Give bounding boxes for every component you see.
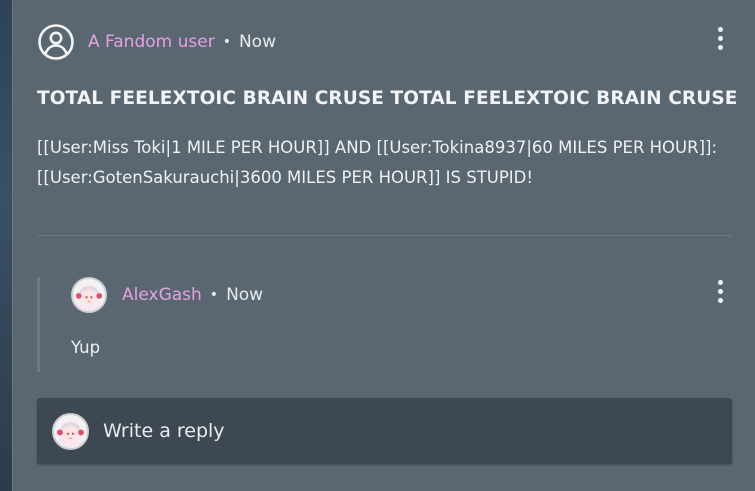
divider <box>37 235 732 236</box>
post-author-link[interactable]: A Fandom user <box>88 32 215 52</box>
reply-header: AlexGash • Now <box>71 277 263 313</box>
reply-timestamp: Now <box>226 285 264 305</box>
write-reply-box[interactable]: Write a reply <box>37 398 732 464</box>
reply-author-avatar[interactable] <box>71 277 107 313</box>
post-timestamp: Now <box>238 32 276 52</box>
post-more-options-icon[interactable] <box>708 26 732 50</box>
current-user-avatar <box>52 412 89 450</box>
user-circle-icon[interactable] <box>37 23 75 61</box>
post-body: [[User:Miss Toki|1 MILE PER HOUR]] AND [… <box>37 133 737 193</box>
post-body-line: [[User:Miss Toki|1 MILE PER HOUR]] AND [… <box>37 138 718 157</box>
post-body-line: [[User:GotenSakurauchi|3600 MILES PER HO… <box>37 168 533 187</box>
post-header: A Fandom user • Now <box>37 22 276 62</box>
reply-more-options-icon[interactable] <box>708 279 732 303</box>
reply-item: AlexGash • Now Yup <box>37 277 732 372</box>
reply-author-link[interactable]: AlexGash <box>122 285 202 305</box>
background-strip <box>0 0 12 491</box>
post-separator: • <box>222 34 231 50</box>
post-card: A Fandom user • Now TOTAL FEELEXTOIC BRA… <box>12 0 755 491</box>
post-title: TOTAL FEELEXTOIC BRAIN CRUSE TOTAL FEELE… <box>37 88 738 109</box>
reply-separator: • <box>209 287 219 303</box>
write-reply-placeholder[interactable]: Write a reply <box>103 420 225 442</box>
reply-text: Yup <box>71 338 101 357</box>
